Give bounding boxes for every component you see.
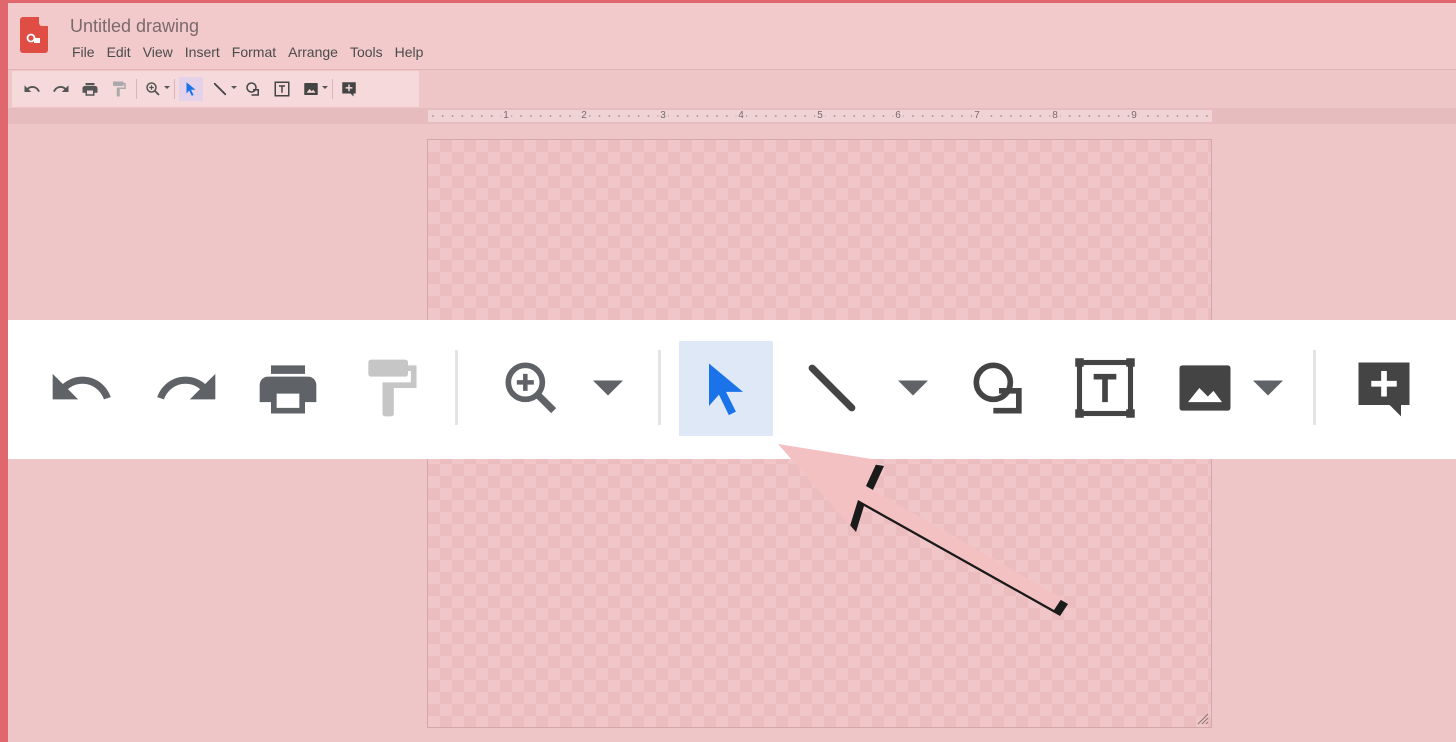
chevron-down-icon	[322, 85, 328, 89]
toolbar-divider	[174, 79, 175, 99]
print-icon	[82, 83, 98, 96]
add-comment-icon	[342, 82, 356, 97]
zoom-icon	[146, 82, 160, 96]
undo-button-large[interactable]	[34, 341, 128, 435]
select-button-large[interactable]	[679, 341, 773, 436]
image-button[interactable]	[299, 77, 323, 101]
toolbar-divider	[658, 350, 661, 425]
select-icon	[186, 82, 196, 96]
magnified-toolbar	[8, 320, 1456, 459]
shape-button-large[interactable]	[952, 341, 1046, 435]
app-header: Untitled drawing File Edit View Insert F…	[8, 3, 1456, 70]
zoom-button-large[interactable]	[484, 341, 578, 435]
add-comment-icon	[1358, 362, 1410, 417]
horizontal-ruler: 1 2 3 4 5 6 7 8 9	[8, 108, 1456, 124]
menu-insert[interactable]: Insert	[179, 43, 226, 61]
redo-button[interactable]	[49, 77, 73, 101]
logo-glyph-icon	[26, 33, 40, 43]
select-button[interactable]	[179, 77, 203, 101]
window-border-left	[0, 0, 8, 742]
zoom-button[interactable]	[141, 77, 165, 101]
chevron-down-icon	[164, 85, 170, 89]
redo-icon	[157, 373, 216, 400]
image-icon	[1179, 365, 1231, 411]
google-drawings-logo-icon[interactable]	[20, 17, 48, 53]
select-icon	[709, 363, 743, 415]
line-dropdown[interactable]	[231, 75, 237, 99]
document-title[interactable]: Untitled drawing	[70, 16, 199, 37]
image-button-large[interactable]	[1158, 341, 1252, 435]
print-icon	[259, 365, 317, 414]
undo-button[interactable]	[20, 77, 44, 101]
ruler-label: 3	[658, 110, 668, 122]
shape-button[interactable]	[241, 77, 265, 101]
shape-icon	[973, 362, 1022, 414]
paint-format-icon	[368, 359, 417, 417]
add-comment-button[interactable]	[337, 77, 361, 101]
menu-arrange[interactable]: Arrange	[282, 43, 344, 61]
toolbar-divider	[136, 79, 137, 99]
menu-format[interactable]: Format	[226, 43, 282, 61]
paint-format-button[interactable]	[107, 77, 131, 101]
line-icon	[808, 364, 856, 412]
redo-button-large[interactable]	[140, 341, 234, 435]
menu-tools[interactable]: Tools	[344, 43, 389, 61]
toolbar	[12, 71, 419, 107]
ruler-label: 5	[815, 110, 825, 122]
line-button[interactable]	[208, 77, 232, 101]
image-dropdown-chevron-down-icon[interactable]	[1253, 378, 1283, 398]
ruler-label: 1	[501, 110, 511, 122]
menu-file[interactable]: File	[66, 43, 101, 61]
ruler-label: 9	[1129, 110, 1139, 122]
toolbar-divider	[332, 79, 333, 99]
add-comment-button-large[interactable]	[1337, 341, 1431, 435]
ruler-label: 2	[579, 110, 589, 122]
print-button-large[interactable]	[241, 341, 335, 435]
text-box-button-large[interactable]	[1058, 341, 1152, 435]
ruler-label: 7	[972, 110, 982, 122]
menu-edit[interactable]: Edit	[101, 43, 137, 61]
text-box-icon	[274, 81, 290, 97]
paint-format-icon	[113, 81, 126, 97]
resize-handle-icon[interactable]	[1195, 711, 1209, 725]
undo-icon	[52, 373, 111, 400]
text-box-button[interactable]	[270, 77, 294, 101]
ruler-label: 6	[893, 110, 903, 122]
toolbar-divider	[455, 350, 458, 425]
line-dropdown-chevron-down-icon[interactable]	[898, 378, 928, 398]
undo-icon	[24, 85, 40, 92]
zoom-icon	[505, 362, 557, 414]
zoom-dropdown[interactable]	[164, 75, 170, 99]
text-box-icon	[1075, 358, 1135, 418]
ruler-label: 4	[736, 110, 746, 122]
menu-help[interactable]: Help	[389, 43, 430, 61]
ruler-label: 8	[1050, 110, 1060, 122]
image-icon	[304, 83, 318, 95]
paint-format-button-large[interactable]	[344, 341, 438, 435]
toolbar-divider	[1313, 350, 1316, 425]
shape-icon	[246, 82, 259, 96]
zoom-dropdown-chevron-down-icon[interactable]	[593, 378, 623, 398]
annotation-arrow-icon	[778, 444, 1068, 616]
menu-view[interactable]: View	[137, 43, 179, 61]
chevron-down-icon	[231, 85, 237, 89]
line-button-large[interactable]	[785, 341, 879, 435]
menu-bar: File Edit View Insert Format Arrange Too…	[66, 43, 429, 61]
line-icon	[213, 82, 227, 96]
redo-icon	[53, 85, 69, 92]
print-button[interactable]	[78, 77, 102, 101]
image-dropdown[interactable]	[322, 75, 328, 99]
ruler-track: 1 2 3 4 5 6 7 8 9	[428, 110, 1212, 122]
